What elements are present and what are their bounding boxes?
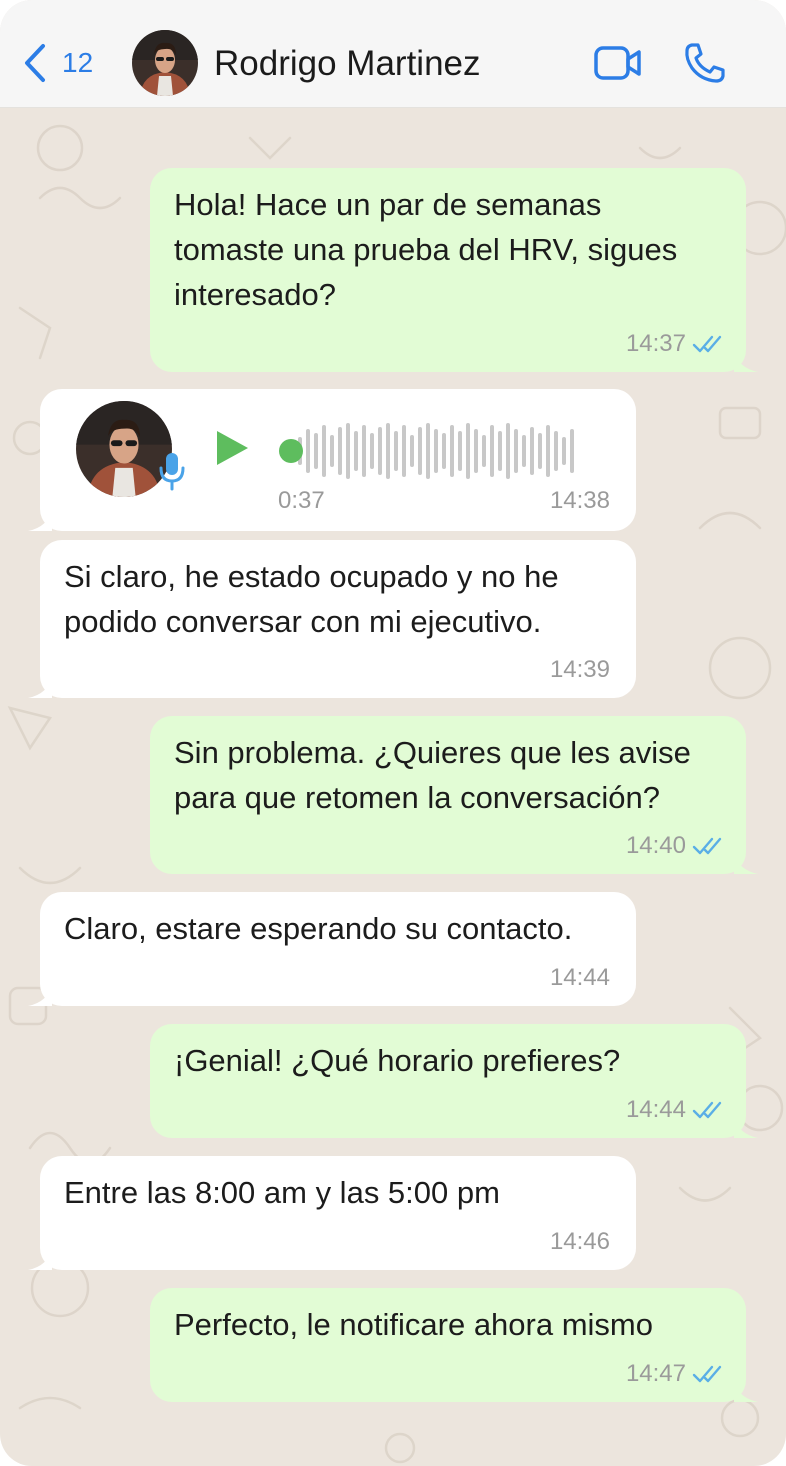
message-bubble-outgoing[interactable]: Perfecto, le notificare ahora mismo 14:4…: [150, 1288, 758, 1402]
double-check-icon: [692, 335, 722, 353]
contact-name[interactable]: Rodrigo Martinez: [214, 41, 481, 87]
message-meta: 14:46: [550, 1228, 610, 1256]
message-time: 14:37: [625, 330, 686, 357]
message-meta: 14:47: [626, 1360, 724, 1388]
playback-scrubber: [279, 439, 303, 463]
waveform[interactable]: [278, 421, 578, 481]
message-time: 14:40: [625, 832, 686, 859]
back-button[interactable]: 12: [22, 40, 93, 86]
microphone-icon: [159, 453, 185, 491]
message-bubble-outgoing[interactable]: ¡Genial! ¿Qué horario prefieres? 14:44: [150, 1024, 758, 1138]
message-text: Claro, estare esperando su contacto.: [64, 911, 573, 946]
message-text: Hola! Hace un par de semanas tomaste una…: [174, 187, 678, 312]
message-bubble-outgoing[interactable]: Hola! Hace un par de semanas tomaste una…: [150, 168, 758, 372]
message-bubble-incoming[interactable]: Claro, estare esperando su contacto. 14:…: [28, 892, 636, 1006]
message-time: 14:38: [549, 487, 610, 514]
message-meta: 14:44: [550, 964, 610, 992]
double-check-icon: [692, 1365, 722, 1383]
chevron-left-icon: [25, 44, 45, 82]
chat-screen: 12 Rodrigo Martinez Hola! Hace un par de…: [0, 0, 786, 1466]
message-bubble-outgoing[interactable]: Sin problema. ¿Quieres que les avise par…: [150, 716, 758, 874]
contact-avatar[interactable]: [132, 30, 198, 96]
message-time: 14:47: [625, 1360, 686, 1387]
double-check-icon: [692, 837, 722, 855]
chat-header: 12 Rodrigo Martinez: [0, 0, 786, 108]
message-time: 14:46: [549, 1228, 610, 1255]
message-time: 14:44: [625, 1096, 686, 1123]
voice-duration: 0:37: [278, 487, 325, 514]
message-text: Entre las 8:00 am y las 5:00 pm: [64, 1175, 500, 1210]
message-meta: 14:37: [626, 330, 724, 358]
phone-call-icon[interactable]: [684, 42, 726, 84]
message-meta: 14:44: [626, 1096, 724, 1124]
message-meta: 14:39: [550, 656, 610, 684]
double-check-icon: [692, 1101, 722, 1119]
message-bubble-incoming[interactable]: Entre las 8:00 am y las 5:00 pm 14:46: [28, 1156, 636, 1270]
message-text: Perfecto, le notificare ahora mismo: [174, 1307, 653, 1342]
message-time: 14:39: [549, 656, 610, 683]
message-bubble-incoming[interactable]: Si claro, he estado ocupado y no he podi…: [28, 540, 636, 698]
message-text: Sin problema. ¿Quieres que les avise par…: [174, 735, 691, 815]
message-meta: 14:40: [626, 832, 724, 860]
unread-count: 12: [62, 47, 94, 78]
message-text: Si claro, he estado ocupado y no he podi…: [64, 559, 559, 639]
voice-message-bubble[interactable]: 0:37 14:38: [28, 389, 636, 531]
video-call-icon[interactable]: [594, 44, 642, 82]
message-text: ¡Genial! ¿Qué horario prefieres?: [174, 1043, 621, 1078]
play-icon[interactable]: [214, 429, 250, 467]
message-time: 14:44: [549, 964, 610, 991]
